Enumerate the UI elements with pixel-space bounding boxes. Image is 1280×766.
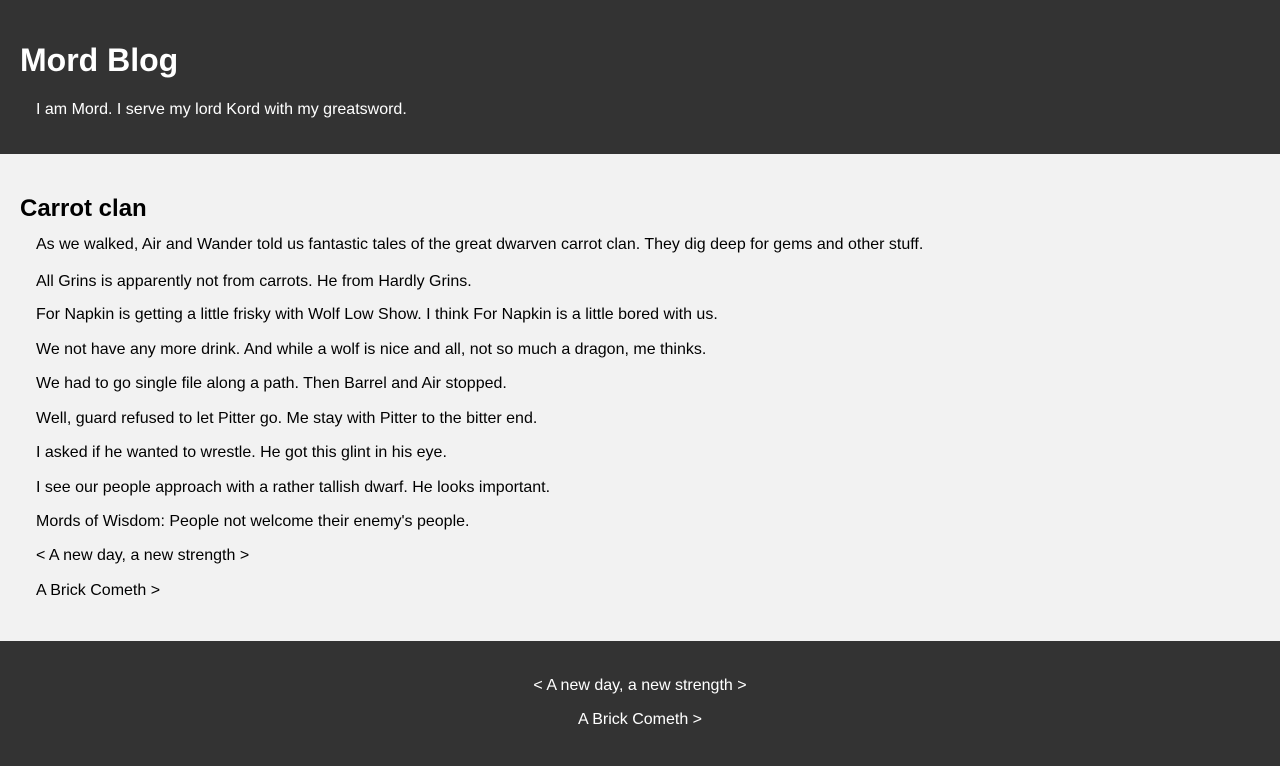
- site-tagline: I am Mord. I serve my lord Kord with my …: [36, 101, 407, 118]
- post-paragraph: We not have any more drink. And while a …: [36, 341, 707, 358]
- site-footer: < A new day, a new strength > A Brick Co…: [0, 641, 1280, 766]
- post-paragraph: For Napkin is getting a little frisky wi…: [36, 306, 718, 323]
- post-body: As we walked, Air and Wander told us fan…: [36, 235, 1260, 532]
- site-header: Mord Blog I am Mord. I serve my lord Kor…: [0, 0, 1280, 154]
- post-paragraph: Well, guard refused to let Pitter go. Me…: [36, 410, 538, 427]
- post-paragraph: We had to go single file along a path. T…: [36, 375, 507, 392]
- post-paragraph: All Grins is apparently not from carrots…: [36, 273, 472, 290]
- post-navigation: < A new day, a new strength > A Brick Co…: [36, 546, 1260, 601]
- next-post-link[interactable]: A Brick Cometh >: [36, 581, 1260, 601]
- site-title: Mord Blog: [20, 42, 179, 78]
- post-paragraph: I asked if he wanted to wrestle. He got …: [36, 444, 447, 461]
- footer-next-post-link[interactable]: A Brick Cometh >: [0, 710, 1280, 730]
- post-paragraph: Mords of Wisdom: People not welcome thei…: [36, 513, 470, 530]
- previous-post-link[interactable]: < A new day, a new strength >: [36, 546, 1260, 566]
- post-paragraph: As we walked, Air and Wander told us fan…: [36, 236, 924, 253]
- post-title: Carrot clan: [20, 195, 147, 222]
- footer-previous-post-link[interactable]: < A new day, a new strength >: [0, 676, 1280, 696]
- main-content: Carrot clan As we walked, Air and Wander…: [0, 154, 1280, 641]
- post-paragraph: I see our people approach with a rather …: [36, 479, 551, 496]
